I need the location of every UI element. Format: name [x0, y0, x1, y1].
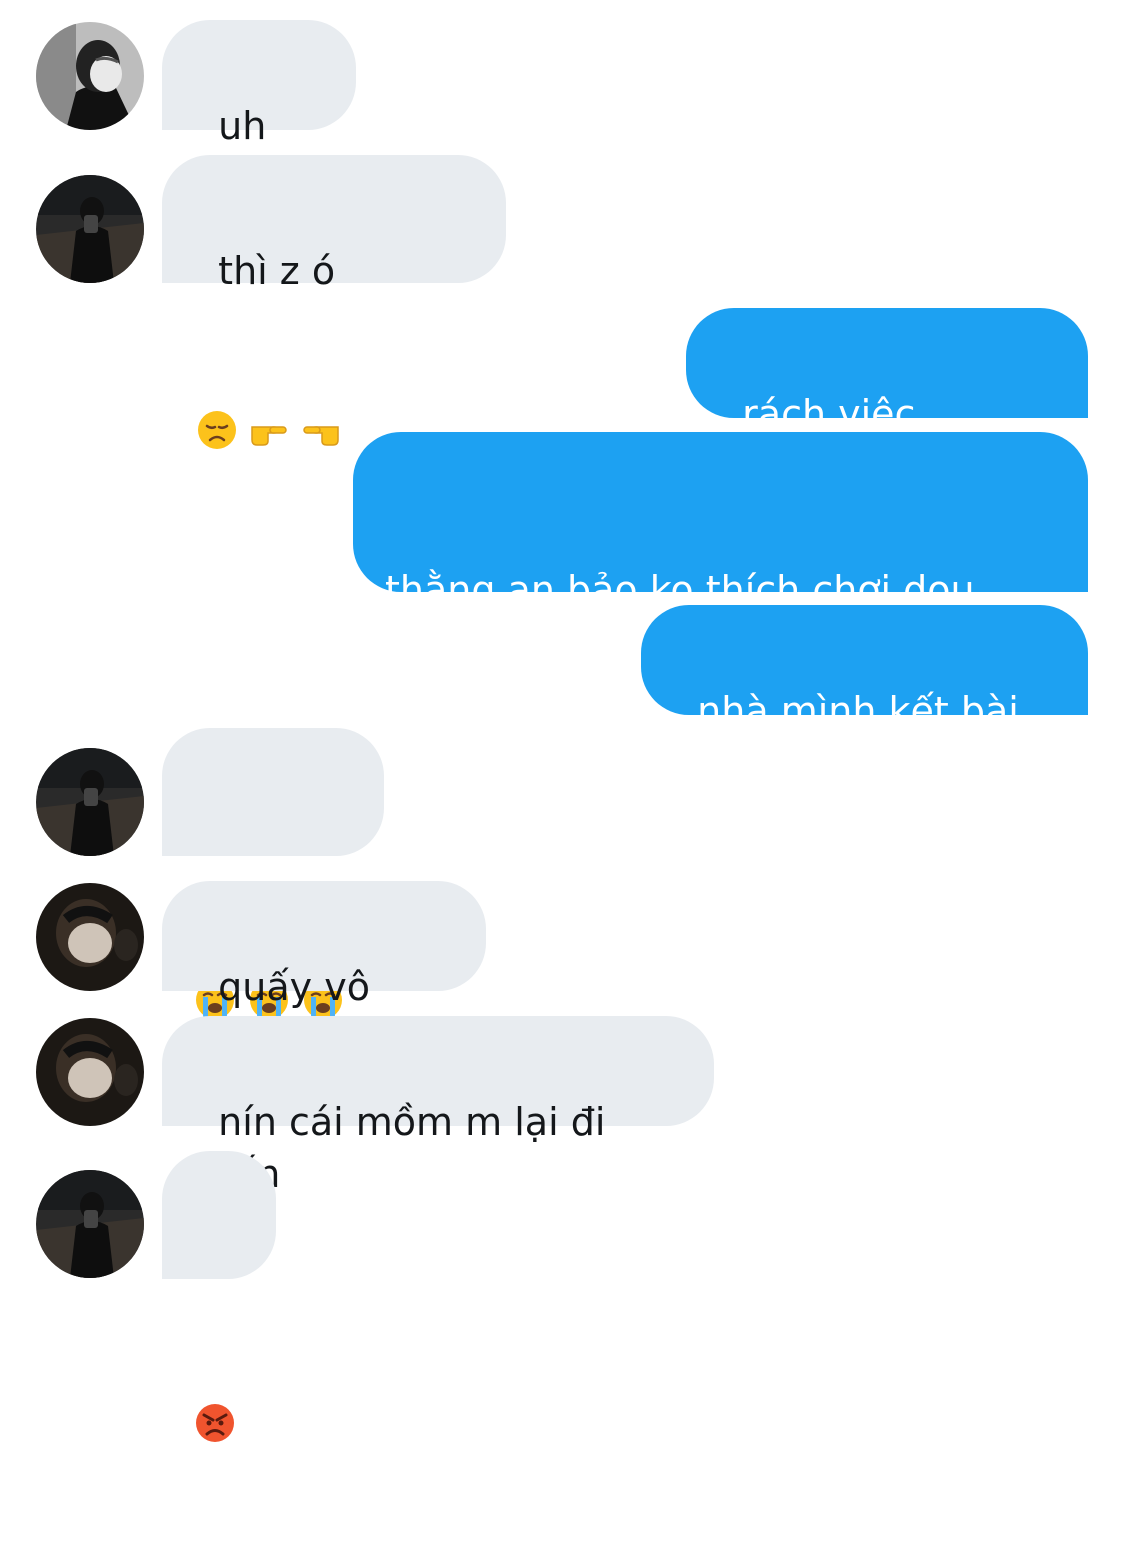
avatar-sender-2[interactable]	[36, 175, 144, 283]
avatar-sender-5[interactable]	[36, 1018, 144, 1126]
message-bubble-incoming[interactable]: quấy vô cùng	[162, 881, 486, 1061]
message-bubble-incoming[interactable]	[162, 1151, 276, 1442]
pointing-left-hand-icon	[300, 305, 342, 446]
message-bubble-outgoing[interactable]: rách việc quá=)))	[686, 308, 1088, 488]
avatar-sender-3[interactable]	[36, 748, 144, 856]
avatar-sender-6[interactable]	[36, 1170, 144, 1278]
message-bubble-outgoing[interactable]: nhà mình kết bài hộ	[641, 605, 1088, 785]
message-bubble-incoming[interactable]	[162, 728, 384, 1019]
disappointed-face-icon	[196, 305, 238, 449]
message-bubble-outgoing[interactable]: thằng an bảo ko thích chơi dou hay team …	[353, 432, 1088, 768]
message-text: thì z ó	[218, 249, 336, 293]
message-bubble-incoming[interactable]: nín cái mồm m lại đi tuấn	[162, 1016, 714, 1196]
message-bubble-incoming[interactable]: uh thì?	[162, 20, 356, 200]
avatar-sender-1[interactable]	[36, 22, 144, 130]
angry-face-icon	[194, 1298, 236, 1442]
message-bubble-incoming[interactable]: thì z ó	[162, 155, 506, 449]
avatar-sender-4[interactable]	[36, 883, 144, 991]
pointing-right-hand-icon	[248, 305, 290, 446]
